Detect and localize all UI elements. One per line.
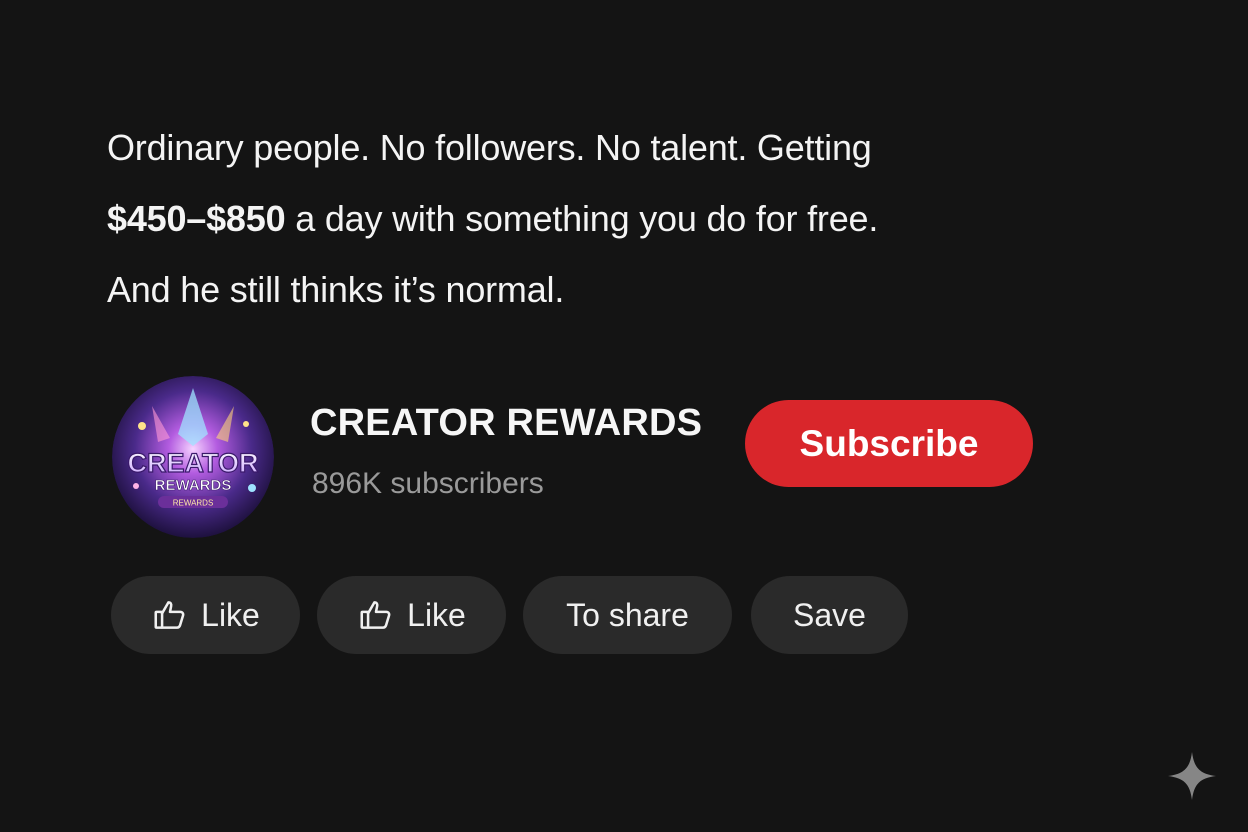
post-text-line-3: And he still thinks it’s normal. (107, 269, 565, 310)
like-label-2: Like (407, 596, 466, 633)
sparkle-icon (1166, 750, 1218, 802)
post-text: Ordinary people. No followers. No talent… (107, 112, 1107, 325)
thumbs-up-icon (151, 596, 189, 634)
subscriber-count: 896K subscribers (312, 467, 544, 500)
action-bar: Like Like To share Save (111, 576, 931, 654)
save-button[interactable]: Save (751, 576, 908, 654)
channel-name[interactable]: CREATOR REWARDS (310, 402, 702, 445)
like-button[interactable]: Like (111, 576, 300, 654)
avatar-image: CREATOR REWARDS REWARDS (112, 376, 274, 538)
avatar-logo-top: CREATOR (127, 448, 258, 478)
post-text-line-2: $450–$850 a day with something you do fo… (107, 183, 1107, 254)
avatar-logo-small: REWARDS (173, 499, 214, 508)
channel-row: CREATOR REWARDS REWARDS CREATOR REWARDS … (112, 376, 1072, 541)
share-label: To share (566, 596, 689, 633)
channel-avatar[interactable]: CREATOR REWARDS REWARDS (112, 376, 274, 538)
post-text-line-2-rest: a day with something you do for free. (285, 198, 879, 239)
share-button[interactable]: To share (523, 576, 732, 654)
subscribe-button[interactable]: Subscribe (745, 400, 1033, 487)
like-button-2[interactable]: Like (317, 576, 506, 654)
thumbs-up-icon (357, 596, 395, 634)
earnings-amount: $450–$850 (107, 198, 286, 239)
save-label: Save (793, 596, 866, 633)
avatar-logo-bottom: REWARDS (155, 477, 232, 494)
like-label: Like (201, 596, 260, 633)
post-text-line-1: Ordinary people. No followers. No talent… (107, 127, 872, 168)
